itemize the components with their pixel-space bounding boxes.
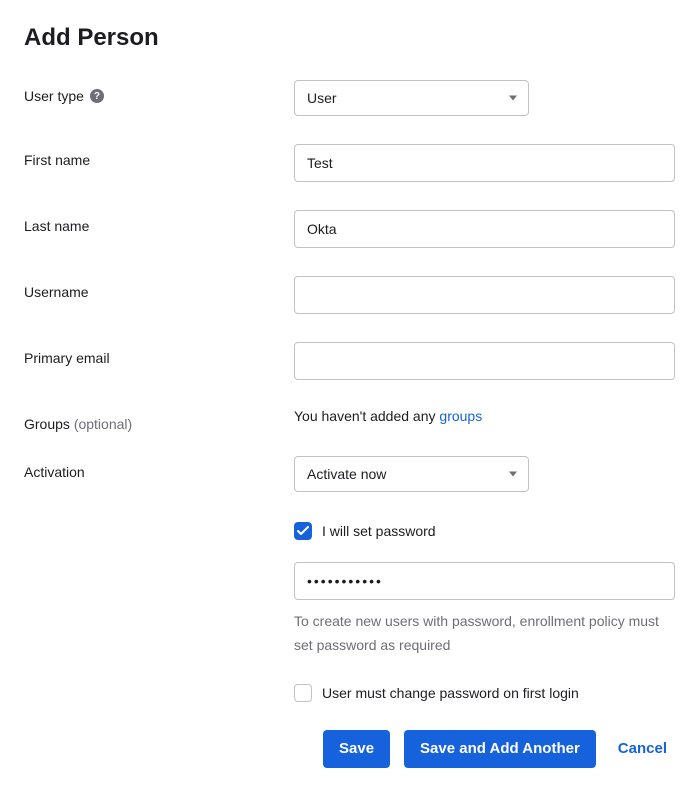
- save-button[interactable]: Save: [323, 730, 390, 768]
- last-name-label-text: Last name: [24, 218, 89, 234]
- activation-value: Activate now: [307, 466, 386, 482]
- primary-email-label-text: Primary email: [24, 350, 110, 366]
- last-name-input[interactable]: [294, 210, 675, 248]
- activation-label: Activation: [24, 456, 294, 480]
- groups-optional-text: (optional): [74, 416, 132, 432]
- last-name-label: Last name: [24, 210, 294, 234]
- password-helper-text: To create new users with password, enrol…: [294, 610, 675, 658]
- activation-select[interactable]: Activate now: [294, 456, 529, 492]
- first-name-input[interactable]: [294, 144, 675, 182]
- groups-label: Groups (optional): [24, 408, 294, 432]
- user-type-label-text: User type: [24, 88, 84, 104]
- first-name-label-text: First name: [24, 152, 90, 168]
- user-type-label: User type ?: [24, 80, 294, 104]
- chevron-down-icon: [509, 472, 517, 477]
- set-password-label: I will set password: [322, 523, 436, 539]
- set-password-checkbox[interactable]: [294, 522, 312, 540]
- save-add-another-button[interactable]: Save and Add Another: [404, 730, 596, 768]
- page-title: Add Person: [24, 24, 675, 52]
- username-input[interactable]: [294, 276, 675, 314]
- user-type-select[interactable]: User: [294, 80, 529, 116]
- groups-label-text: Groups: [24, 416, 70, 432]
- username-label-text: Username: [24, 284, 89, 300]
- first-name-label: First name: [24, 144, 294, 168]
- groups-message-prefix: You haven't added any: [294, 408, 439, 424]
- primary-email-input[interactable]: [294, 342, 675, 380]
- check-icon: [297, 526, 309, 536]
- groups-empty-message: You haven't added any groups: [294, 408, 675, 424]
- primary-email-label: Primary email: [24, 342, 294, 366]
- groups-link[interactable]: groups: [439, 408, 482, 424]
- username-label: Username: [24, 276, 294, 300]
- cancel-button[interactable]: Cancel: [610, 730, 675, 768]
- password-input[interactable]: [294, 562, 675, 600]
- activation-label-text: Activation: [24, 464, 85, 480]
- help-icon[interactable]: ?: [90, 89, 104, 103]
- change-password-label: User must change password on first login: [322, 685, 579, 701]
- chevron-down-icon: [509, 96, 517, 101]
- user-type-value: User: [307, 90, 337, 106]
- change-password-checkbox[interactable]: [294, 684, 312, 702]
